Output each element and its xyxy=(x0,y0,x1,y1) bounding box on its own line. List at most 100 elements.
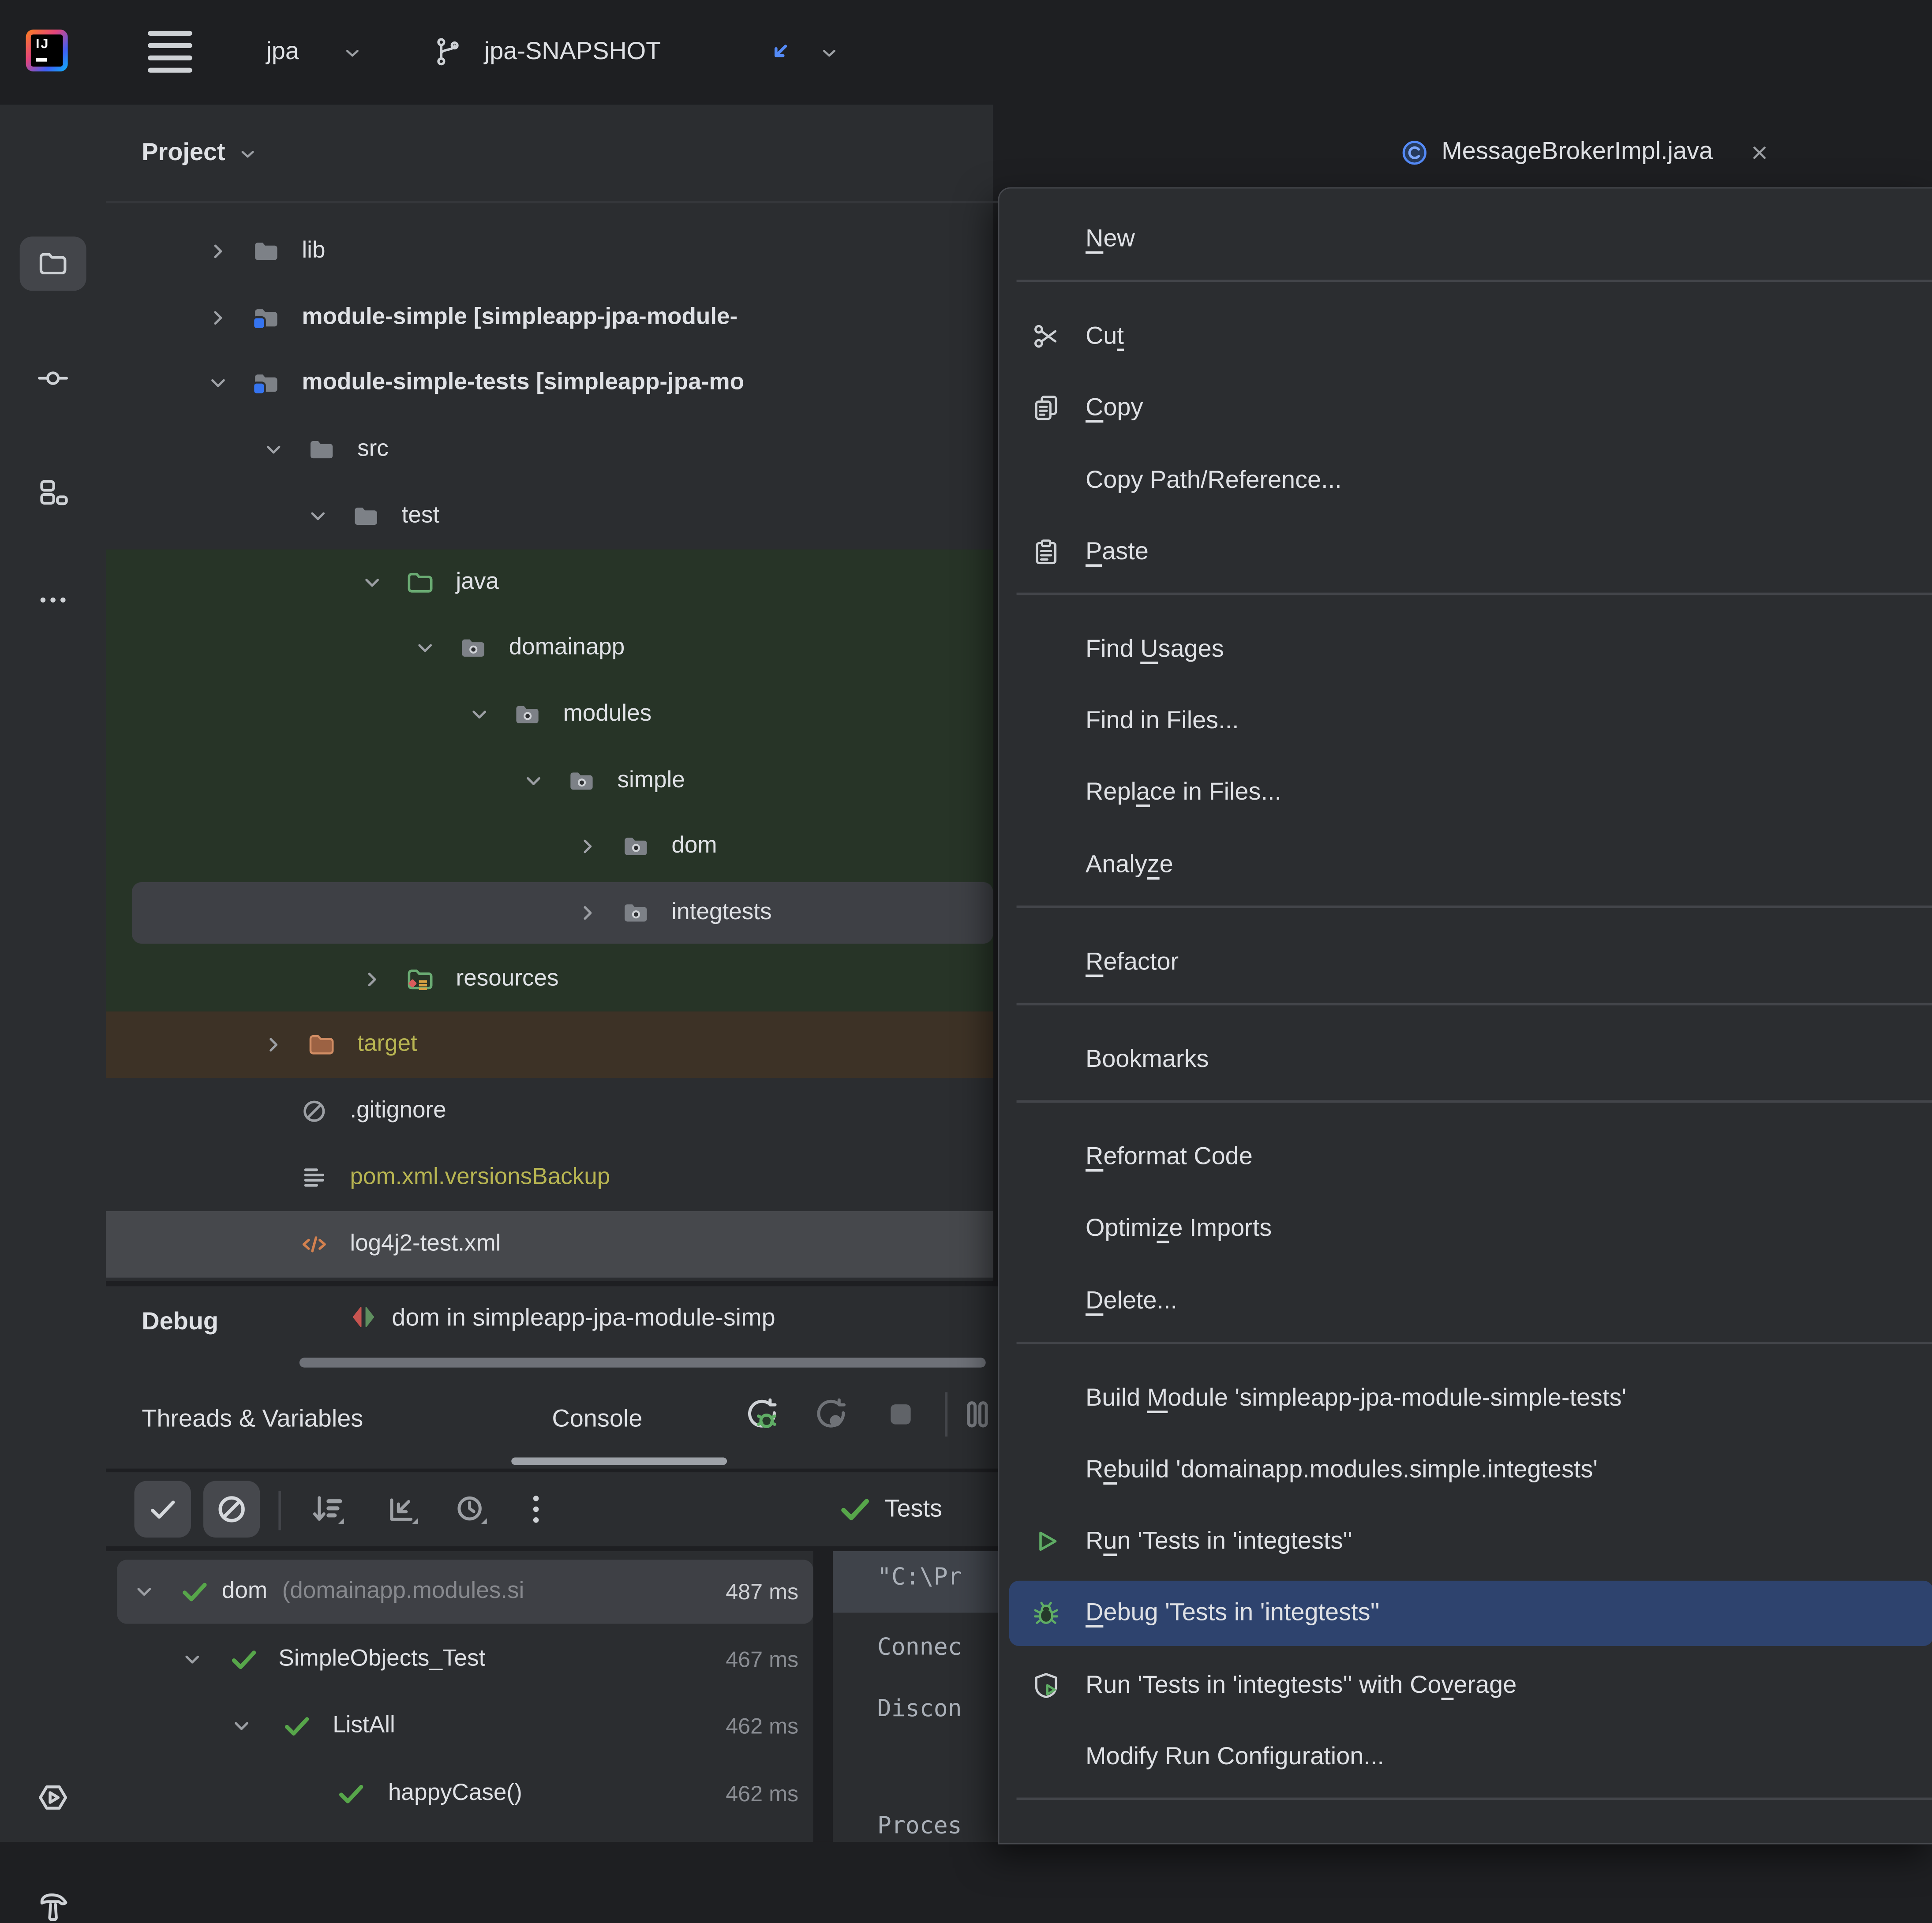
show-ignored-button[interactable] xyxy=(203,1481,260,1538)
chevron-down-icon[interactable] xyxy=(260,436,287,463)
main-menu-icon[interactable] xyxy=(148,31,192,75)
sidebar-item-structure[interactable] xyxy=(37,477,69,509)
sort-icon[interactable] xyxy=(309,1491,346,1528)
tab-console[interactable]: Console xyxy=(552,1387,642,1451)
chevron-down-icon[interactable] xyxy=(205,370,232,397)
close-icon[interactable] xyxy=(1747,140,1772,165)
tree-row-src[interactable]: src xyxy=(106,416,993,483)
scroll-end-icon[interactable] xyxy=(383,1491,420,1528)
sidebar-item-services[interactable] xyxy=(36,1780,70,1815)
tree-row-domainapp[interactable]: domainapp xyxy=(106,615,993,681)
chevron-down-icon[interactable] xyxy=(412,635,438,662)
chevron-right-icon[interactable] xyxy=(205,238,232,265)
project-selector[interactable]: jpa xyxy=(266,0,299,105)
chevron-right-icon[interactable] xyxy=(260,1032,287,1059)
chevron-right-icon[interactable] xyxy=(574,899,601,926)
tree-row-modules[interactable]: modules xyxy=(106,681,993,748)
menu-item-delete[interactable]: Delete... xyxy=(999,1273,1932,1328)
sidebar-item-build[interactable] xyxy=(36,1889,70,1923)
folder-test-icon xyxy=(405,567,435,597)
session-debug-icon xyxy=(348,1301,380,1333)
menu-item-run-tests-in-integtests[interactable]: Run 'Tests in 'integtests'' xyxy=(999,1515,1932,1569)
test-row-happycase-[interactable]: happyCase()462 ms xyxy=(106,1762,813,1826)
test-row-dom[interactable]: dom(domainapp.modules.si487 ms xyxy=(106,1560,813,1624)
menu-item-refactor[interactable]: Refactor xyxy=(999,935,1932,989)
menu-item-build-module-simpleapp-jpa-module-simple[interactable]: Build Module 'simpleapp-jpa-module-simpl… xyxy=(999,1371,1932,1425)
ide-window: IJ jpa jpa-SNAPSHOT Project libmodule-si… xyxy=(0,0,1932,1841)
package-icon xyxy=(458,633,488,663)
console-output[interactable]: "C:\PrConnecDisconProces xyxy=(833,1551,998,1841)
menu-item-label: Copy Path/Reference... xyxy=(1086,453,1342,507)
menu-item-optimize-imports[interactable]: Optimize Imports xyxy=(999,1202,1932,1256)
chevron-right-icon[interactable] xyxy=(359,965,386,992)
menu-item-find-in-files[interactable]: Find in Files... xyxy=(999,694,1932,748)
chevron-right-icon[interactable] xyxy=(574,833,601,860)
tree-row-dom[interactable]: dom xyxy=(106,813,993,880)
chevron-down-icon[interactable] xyxy=(228,1713,255,1740)
history-icon[interactable] xyxy=(452,1491,489,1528)
pause-icon[interactable] xyxy=(959,1396,996,1433)
chevron-down-icon[interactable] xyxy=(179,1646,206,1673)
tree-row-java[interactable]: java xyxy=(106,549,993,615)
chevron-down-icon[interactable] xyxy=(359,569,386,595)
tree-row-log4j2-test-xml[interactable]: log4j2-test.xml xyxy=(106,1210,993,1277)
chevron-right-icon[interactable] xyxy=(205,304,232,331)
test-package: (domainapp.modules.si xyxy=(282,1578,524,1604)
tab-threads-variables[interactable]: Threads & Variables xyxy=(142,1387,363,1451)
menu-item-label: Optimize Imports xyxy=(1086,1202,1272,1256)
sidebar-item-project[interactable] xyxy=(20,236,86,291)
rerun-debug-icon[interactable] xyxy=(743,1396,780,1433)
menu-item-cut[interactable]: Cut xyxy=(999,310,1932,364)
resume-icon[interactable] xyxy=(812,1396,849,1433)
menu-item-paste[interactable]: Paste xyxy=(999,524,1932,579)
menu-item-copy[interactable]: Copy xyxy=(999,381,1932,435)
stop-icon[interactable] xyxy=(882,1396,919,1433)
menu-item-find-usages[interactable]: Find Usages xyxy=(999,622,1932,677)
test-row-listall[interactable]: ListAll462 ms xyxy=(106,1694,813,1758)
sidebar-item-more[interactable] xyxy=(37,584,69,616)
menu-item-replace-in-files[interactable]: Replace in Files... xyxy=(999,766,1932,820)
sidebar-item-commit[interactable] xyxy=(37,362,69,394)
test-duration: 487 ms xyxy=(726,1560,798,1624)
kebab-icon[interactable] xyxy=(517,1491,554,1528)
tree-row-module-simple-tests-simpleapp-jpa-mo[interactable]: module-simple-tests [simpleapp-jpa-mo xyxy=(106,350,993,417)
tree-row-pom-xml-versionsbackup[interactable]: pom.xml.versionsBackup xyxy=(106,1144,993,1211)
menu-item-label: Bookmarks xyxy=(1086,1033,1209,1087)
debug-session-tab[interactable]: dom in simpleapp-jpa-module-simp xyxy=(392,1286,993,1350)
chevron-down-icon[interactable] xyxy=(304,502,331,529)
toolbar-separator xyxy=(278,1491,281,1530)
menu-item-modify-run-configuration[interactable]: Modify Run Configuration... xyxy=(999,1729,1932,1784)
menu-item-run-tests-in-integtests-with-coverage[interactable]: Run 'Tests in 'integtests'' with Coverag… xyxy=(999,1658,1932,1712)
chevron-down-icon[interactable] xyxy=(466,701,493,728)
main-toolbar: IJ jpa jpa-SNAPSHOT xyxy=(0,0,1932,105)
menu-item-reformat-code[interactable]: Reformat Code xyxy=(999,1130,1932,1184)
menu-separator xyxy=(1017,905,1932,908)
editor-tab-active[interactable]: MessageBrokerImpl.java xyxy=(1400,105,1772,199)
menu-item-debug-tests-in-integtests[interactable]: Debug 'Tests in 'integtests'' xyxy=(999,1586,1932,1640)
tree-row-module-simple-simpleapp-jpa-module-[interactable]: module-simple [simpleapp-jpa-module- xyxy=(106,284,993,351)
panel-divider[interactable] xyxy=(813,1551,833,1841)
tree-row-test[interactable]: test xyxy=(106,483,993,549)
show-passed-button[interactable] xyxy=(134,1481,191,1538)
tree-row-simple[interactable]: simple xyxy=(106,747,993,814)
tree-row-target[interactable]: target xyxy=(106,1012,993,1078)
menu-item-label: Run 'Tests in 'integtests'' with Coverag… xyxy=(1086,1658,1516,1712)
test-duration: 467 ms xyxy=(726,1627,798,1691)
menu-item-new[interactable]: New xyxy=(999,212,1932,266)
panel-divider[interactable] xyxy=(106,1281,998,1286)
tree-row--gitignore[interactable]: .gitignore xyxy=(106,1078,993,1145)
intellij-logo-icon[interactable]: IJ xyxy=(26,30,68,71)
console-line: Discon xyxy=(877,1695,962,1722)
tree-row-integtests[interactable]: integtests xyxy=(106,879,993,946)
menu-item-bookmarks[interactable]: Bookmarks xyxy=(999,1033,1932,1087)
chevron-down-icon[interactable] xyxy=(520,767,547,794)
menu-item-copy-path-reference[interactable]: Copy Path/Reference... xyxy=(999,453,1932,507)
test-row-simpleobjects-test[interactable]: SimpleObjects_Test467 ms xyxy=(106,1627,813,1691)
menu-item-analyze[interactable]: Analyze xyxy=(999,837,1932,891)
tree-row-resources[interactable]: resources xyxy=(106,946,993,1012)
menu-item-rebuild-domainapp-modules-simple-integte[interactable]: Rebuild 'domainapp.modules.simple.integt… xyxy=(999,1443,1932,1497)
tree-row-lib[interactable]: lib xyxy=(106,218,993,284)
branch-name[interactable]: jpa-SNAPSHOT xyxy=(484,0,661,105)
chevron-down-icon[interactable] xyxy=(131,1578,157,1605)
folder-icon xyxy=(307,435,337,464)
